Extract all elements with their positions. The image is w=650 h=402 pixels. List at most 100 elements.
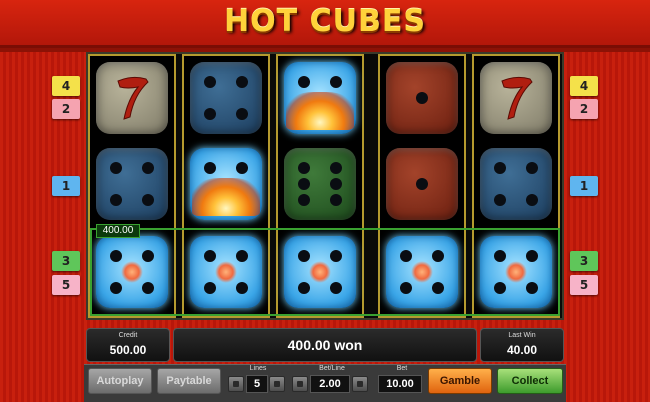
dice-pip xyxy=(416,178,428,190)
dice-pip xyxy=(298,162,310,174)
win-burst-icon xyxy=(411,261,433,283)
lines-decrease-button[interactable] xyxy=(228,376,244,392)
fire-effect-icon xyxy=(286,92,354,130)
dice-pip xyxy=(432,282,444,294)
reel-3 xyxy=(276,54,364,318)
dice-pip xyxy=(142,194,154,206)
betline-value: 2.00 xyxy=(310,375,350,393)
collect-button[interactable]: Collect xyxy=(497,368,563,394)
win-amount-tag: 400.00 xyxy=(96,224,140,238)
win-message: 400.00 won xyxy=(287,337,363,353)
reel-1-symbol-3 xyxy=(92,232,172,312)
win-burst-icon xyxy=(121,261,143,283)
header-bar: HOT CUBES xyxy=(0,0,650,52)
dice-4-icon xyxy=(480,236,552,308)
dice-pip xyxy=(494,162,506,174)
dice-pip xyxy=(298,178,310,190)
dice-pip xyxy=(330,282,342,294)
dice-4-icon xyxy=(480,148,552,220)
credit-value: 500.00 xyxy=(109,343,147,357)
win-burst-icon xyxy=(505,261,527,283)
dice-1-icon xyxy=(386,62,458,134)
dice-pip xyxy=(236,108,248,120)
dice-pip xyxy=(110,162,122,174)
dice-pip xyxy=(236,282,248,294)
dice-pip xyxy=(494,282,506,294)
dice-4-icon xyxy=(190,62,262,134)
lines-increase-button[interactable] xyxy=(269,376,285,392)
betline-label: Bet/Line xyxy=(319,365,345,372)
dice-pip xyxy=(330,76,342,88)
dice-pip xyxy=(110,282,122,294)
reel-5 xyxy=(472,54,560,318)
betline-decrease-button[interactable] xyxy=(292,376,308,392)
dice-pip xyxy=(298,194,310,206)
dice-4-icon xyxy=(284,236,356,308)
reel-4 xyxy=(378,54,466,318)
seven-symbol-icon xyxy=(480,62,552,134)
dice-6-icon xyxy=(284,148,356,220)
seven-glyph xyxy=(117,76,149,120)
payline-5-right[interactable]: 5 xyxy=(570,275,598,295)
dice-pip xyxy=(204,108,216,120)
payline-2-left[interactable]: 2 xyxy=(52,99,80,119)
paytable-button[interactable]: Paytable xyxy=(157,368,221,394)
dice-pip xyxy=(204,282,216,294)
dice-pip xyxy=(298,76,310,88)
dice-pip xyxy=(400,282,412,294)
dice-4-icon xyxy=(96,148,168,220)
dice-pip xyxy=(298,282,310,294)
dice-pip xyxy=(204,162,216,174)
payline-4-right[interactable]: 4 xyxy=(570,76,598,96)
dice-pip xyxy=(526,282,538,294)
reel-4-symbol-1 xyxy=(382,58,462,138)
reel-1-symbol-1 xyxy=(92,58,172,138)
payline-1-right[interactable]: 1 xyxy=(570,176,598,196)
reel-5-symbol-1 xyxy=(476,58,556,138)
betline-increase-button[interactable] xyxy=(352,376,368,392)
dice-1-icon xyxy=(386,148,458,220)
reel-3-symbol-3 xyxy=(280,232,360,312)
credit-label: Credit xyxy=(118,332,138,339)
reel-5-symbol-3 xyxy=(476,232,556,312)
reel-3-symbol-2 xyxy=(280,144,360,224)
dice-pip xyxy=(526,250,538,262)
reel-1-symbol-2 xyxy=(92,144,172,224)
dice-4-icon xyxy=(96,236,168,308)
gamble-button[interactable]: Gamble xyxy=(428,368,492,394)
dice-4-icon xyxy=(190,236,262,308)
payline-3-right[interactable]: 3 xyxy=(570,251,598,271)
dice-pip xyxy=(526,162,538,174)
message-panel: 400.00 won xyxy=(173,328,477,362)
reel-5-symbol-2 xyxy=(476,144,556,224)
credit-panel: Credit 500.00 xyxy=(86,328,170,362)
dice-4-icon xyxy=(386,236,458,308)
reel-4-symbol-2 xyxy=(382,144,462,224)
fire-effect-icon xyxy=(192,178,260,216)
last-win-label: Last Win xyxy=(508,332,536,339)
dice-pip xyxy=(110,194,122,206)
dice-pip xyxy=(494,194,506,206)
dice-pip xyxy=(432,250,444,262)
payline-4-left[interactable]: 4 xyxy=(52,76,80,96)
autoplay-button[interactable]: Autoplay xyxy=(88,368,152,394)
dice-pip xyxy=(142,282,154,294)
reel-1 xyxy=(88,54,176,318)
seven-glyph xyxy=(501,76,533,120)
payline-3-left[interactable]: 3 xyxy=(52,251,80,271)
dice-pip xyxy=(416,92,428,104)
payline-5-left[interactable]: 5 xyxy=(52,275,80,295)
dice-pip xyxy=(330,250,342,262)
dice-pip xyxy=(236,250,248,262)
dice-pip xyxy=(142,250,154,262)
dice-pip xyxy=(142,162,154,174)
game-title: HOT CUBES xyxy=(224,4,426,39)
dice-pip xyxy=(204,76,216,88)
reel-3-symbol-1 xyxy=(280,58,360,138)
payline-1-left[interactable]: 1 xyxy=(52,176,80,196)
reel-2-symbol-1 xyxy=(186,58,266,138)
dice-pip xyxy=(236,162,248,174)
last-win-panel: Last Win 40.00 xyxy=(480,328,564,362)
payline-2-right[interactable]: 2 xyxy=(570,99,598,119)
bet-label: Bet xyxy=(396,365,408,372)
